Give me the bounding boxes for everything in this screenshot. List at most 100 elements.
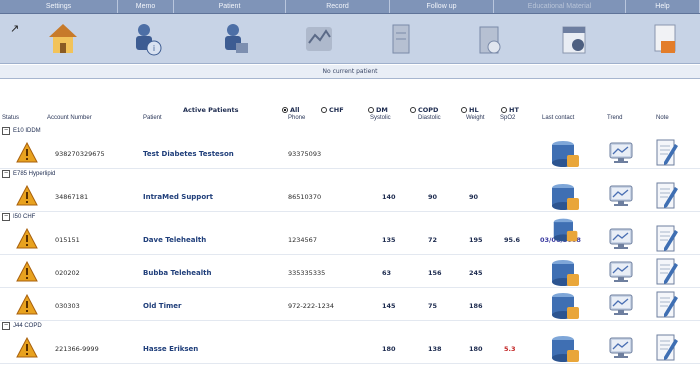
phone: 972-222-1234	[288, 302, 335, 310]
follow-up-icon[interactable]	[472, 21, 506, 57]
radio-label: COPD	[418, 106, 439, 114]
group-header[interactable]: − I50 CHF	[2, 212, 35, 221]
note-icon[interactable]	[655, 257, 679, 287]
contact-database-icon[interactable]	[550, 138, 582, 170]
patient-name-link[interactable]: Old Timer	[143, 302, 181, 310]
col-trend[interactable]: Trend	[607, 115, 622, 121]
collapse-icon[interactable]: −	[2, 169, 10, 178]
col-spo2[interactable]: SpO2	[500, 115, 515, 121]
filter-radio-dm[interactable]: DM	[368, 106, 388, 114]
group-header[interactable]: − E10 IDDM	[2, 126, 41, 135]
col-systolic[interactable]: Systolic	[370, 115, 391, 121]
col-last-contact[interactable]: Last contact	[542, 115, 574, 121]
col-diastolic[interactable]: Diastolic	[418, 115, 441, 121]
weight-value: 90	[469, 193, 479, 201]
record-icon[interactable]	[384, 21, 418, 57]
export-icon[interactable]	[648, 21, 682, 57]
spo2-value: 95.6	[504, 236, 521, 244]
filter-radio-ht[interactable]: HT	[501, 106, 519, 114]
radio-label: All	[290, 106, 300, 114]
trend-icon[interactable]	[608, 335, 634, 361]
contact-database-icon[interactable]	[550, 290, 582, 322]
menu-item-4[interactable]: Follow up	[390, 0, 494, 13]
trend-icon[interactable]	[608, 259, 634, 285]
patient-name-link[interactable]: Test Diabetes Testeson	[143, 150, 234, 158]
group-header[interactable]: − J44 COPD	[2, 321, 42, 330]
phone: 93375093	[288, 150, 322, 158]
contact-database-icon[interactable]	[550, 257, 582, 289]
group-label: E785 Hyperlipid	[13, 170, 56, 177]
menu-item-6[interactable]: Help	[626, 0, 700, 13]
active-patients-title: Active Patients	[183, 106, 239, 114]
col-phone[interactable]: Phone	[288, 115, 305, 121]
table-row[interactable]: 938270329675 Test Diabetes Testeson 933750…	[0, 136, 700, 169]
warning-icon[interactable]	[16, 337, 38, 359]
warning-icon[interactable]	[16, 185, 38, 207]
contact-database-icon[interactable]	[552, 214, 580, 246]
menu-item-2[interactable]: Patient	[174, 0, 286, 13]
col-weight[interactable]: Weight	[466, 115, 485, 121]
table-row[interactable]: 015151 Dave Telehealth 1234567 135 72 195 95.6…	[0, 218, 700, 255]
row-divider	[0, 320, 700, 321]
col-patient[interactable]: Patient	[143, 115, 162, 121]
filter-radio-chf[interactable]: CHF	[321, 106, 344, 114]
contact-database-icon[interactable]	[550, 333, 582, 365]
collapse-icon[interactable]: −	[2, 321, 10, 330]
table-row[interactable]: 020202 Bubba Telehealth 335335335 63 156 245	[0, 255, 700, 288]
patient-name-link[interactable]: Dave Telehealth	[143, 236, 206, 244]
collapse-icon[interactable]: −	[2, 212, 10, 221]
menu-item-3[interactable]: Record	[286, 0, 390, 13]
group-header[interactable]: − E785 Hyperlipid	[2, 169, 55, 178]
patient-info-icon[interactable]: i	[130, 21, 164, 57]
patient-name-link[interactable]: Bubba Telehealth	[143, 269, 211, 277]
account-number: 938270329675	[55, 150, 105, 158]
diastolic-value: 75	[428, 302, 438, 310]
table-row[interactable]: 34867181 IntraMed Support 86510370 140 90 90	[0, 179, 700, 212]
trend-icon[interactable]	[608, 140, 634, 166]
account-number: 221366-9999	[55, 345, 99, 353]
phone: 335335335	[288, 269, 326, 277]
table-row[interactable]: 221366-9999 Hasse Eriksen 180 138 180 5.3	[0, 331, 700, 364]
schedule-icon[interactable]	[557, 21, 591, 57]
note-icon[interactable]	[655, 138, 679, 168]
diastolic-value: 90	[428, 193, 438, 201]
trend-icon[interactable]	[608, 183, 634, 209]
weight-value: 195	[469, 236, 483, 244]
warning-icon[interactable]	[16, 261, 38, 283]
note-icon[interactable]	[655, 181, 679, 211]
weight-value: 245	[469, 269, 483, 277]
home-icon[interactable]	[46, 21, 80, 57]
collapse-icon[interactable]: −	[2, 126, 10, 135]
filter-radio-copd[interactable]: COPD	[410, 106, 438, 114]
row-divider	[0, 211, 700, 212]
measurement-icon[interactable]	[302, 21, 336, 57]
note-icon[interactable]	[655, 333, 679, 363]
current-patient-status: No current patient	[0, 65, 700, 79]
group-label: E10 IDDM	[13, 127, 41, 134]
table-row[interactable]: 030303 Old Timer 972-222-1234 145 75 186	[0, 288, 700, 321]
group-label: J44 COPD	[13, 322, 42, 329]
menu-item-0[interactable]: Settings	[0, 0, 118, 13]
warning-icon[interactable]	[16, 142, 38, 164]
filter-radio-all[interactable]: All	[282, 106, 300, 114]
radio-icon	[321, 107, 327, 113]
trend-icon[interactable]	[608, 226, 634, 252]
warning-icon[interactable]	[16, 228, 38, 250]
systolic-value: 140	[382, 193, 396, 201]
radio-label: HL	[469, 106, 479, 114]
patient-name-link[interactable]: IntraMed Support	[143, 193, 213, 201]
menu-item-1[interactable]: Memo	[118, 0, 174, 13]
note-icon[interactable]	[655, 224, 679, 254]
systolic-value: 145	[382, 302, 396, 310]
patient-settings-icon[interactable]	[218, 21, 252, 57]
col-note[interactable]: Note	[656, 115, 669, 121]
filter-radio-hl[interactable]: HL	[461, 106, 479, 114]
contact-database-icon[interactable]	[550, 181, 582, 213]
patient-name-link[interactable]: Hasse Eriksen	[143, 345, 198, 353]
trend-icon[interactable]	[608, 292, 634, 318]
note-icon[interactable]	[655, 290, 679, 320]
row-divider	[0, 168, 700, 169]
col-account[interactable]: Account Number	[47, 115, 92, 121]
warning-icon[interactable]	[16, 294, 38, 316]
col-status[interactable]: Status	[2, 115, 19, 121]
